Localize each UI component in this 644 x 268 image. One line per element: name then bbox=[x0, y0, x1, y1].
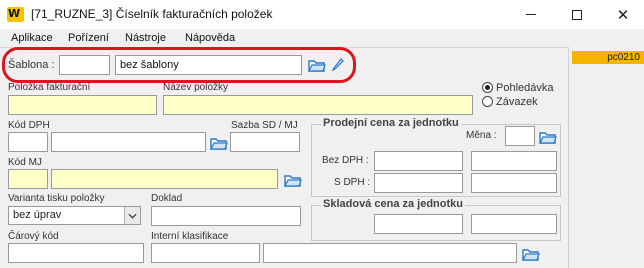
kod-mj-name-input[interactable] bbox=[51, 169, 278, 189]
sazba-label: Sazba SD / MJ bbox=[231, 120, 298, 131]
radio-zavazek-label: Závazek bbox=[496, 96, 538, 108]
nazev-label: Název položky bbox=[163, 82, 229, 93]
mena-input[interactable] bbox=[505, 126, 535, 146]
form-code-badge: pc0210 bbox=[572, 51, 644, 64]
nazev-input[interactable] bbox=[163, 95, 473, 115]
skladova-input[interactable] bbox=[374, 214, 463, 234]
bez-dph-input[interactable] bbox=[374, 151, 463, 171]
menu-nastroje[interactable]: Nástroje bbox=[125, 32, 166, 44]
chevron-down-icon bbox=[124, 207, 140, 224]
doklad-label: Doklad bbox=[151, 193, 183, 204]
bez-dph-label: Bez DPH : bbox=[322, 155, 369, 166]
app-logo: W bbox=[7, 7, 24, 22]
radio-zavazek[interactable] bbox=[482, 96, 493, 107]
kod-mj-folder-icon[interactable] bbox=[284, 173, 302, 187]
radio-pohledavka-label: Pohledávka bbox=[496, 82, 554, 94]
maximize-button[interactable] bbox=[554, 0, 600, 29]
interni-name-input[interactable] bbox=[263, 243, 517, 263]
menu-aplikace[interactable]: Aplikace bbox=[11, 32, 53, 44]
minimize-button[interactable] bbox=[508, 0, 554, 29]
close-icon: ✕ bbox=[616, 5, 630, 24]
window-title: [71_RUZNE_3] Číselník fakturačních polož… bbox=[31, 7, 273, 21]
sazba-input[interactable] bbox=[230, 132, 300, 152]
mena-folder-icon[interactable] bbox=[539, 130, 557, 144]
template-folder-icon[interactable] bbox=[308, 58, 326, 72]
carovy-input[interactable] bbox=[8, 243, 144, 263]
menu-bar: Aplikace Pořízení Nástroje Nápověda bbox=[0, 29, 644, 47]
prodejni-title: Prodejní cena za jednotku bbox=[321, 117, 461, 129]
varianta-label: Varianta tisku položky bbox=[8, 193, 105, 204]
side-panel bbox=[568, 47, 644, 268]
title-bar: W [71_RUZNE_3] Číselník fakturačních pol… bbox=[0, 0, 644, 29]
s-dph-input[interactable] bbox=[374, 173, 463, 193]
varianta-select[interactable]: bez úprav bbox=[8, 206, 141, 225]
kod-dph-code-input[interactable] bbox=[8, 132, 48, 152]
carovy-label: Čárový kód bbox=[8, 231, 59, 242]
interni-code-input[interactable] bbox=[151, 243, 260, 263]
s-dph-label: S DPH : bbox=[334, 177, 371, 188]
mena-label: Měna : bbox=[466, 130, 497, 141]
close-button[interactable]: ✕ bbox=[600, 0, 644, 29]
kod-dph-name-input[interactable] bbox=[51, 132, 206, 152]
interni-label: Interní klasifikace bbox=[151, 231, 229, 242]
kod-mj-label: Kód MJ bbox=[8, 157, 42, 168]
template-code-input[interactable] bbox=[59, 55, 110, 75]
polozka-input[interactable] bbox=[8, 95, 157, 115]
bez-dph-input-2[interactable] bbox=[471, 151, 557, 171]
menu-napoveda[interactable]: Nápověda bbox=[185, 32, 235, 44]
radio-pohledavka[interactable] bbox=[482, 82, 493, 93]
varianta-value: bez úprav bbox=[13, 209, 62, 221]
skladova-title: Skladová cena za jednotku bbox=[321, 198, 465, 210]
kod-mj-code-input[interactable] bbox=[8, 169, 48, 189]
template-label: Šablona : bbox=[8, 59, 55, 71]
template-name-input[interactable]: bez šablony bbox=[115, 55, 302, 75]
maximize-icon bbox=[572, 9, 582, 20]
interni-folder-icon[interactable] bbox=[522, 247, 540, 261]
doklad-input[interactable] bbox=[151, 206, 301, 226]
s-dph-input-2[interactable] bbox=[471, 173, 557, 193]
menu-porizeni[interactable]: Pořízení bbox=[68, 32, 109, 44]
kod-dph-folder-icon[interactable] bbox=[210, 136, 228, 150]
kod-dph-label: Kód DPH bbox=[8, 120, 50, 131]
polozka-label: Položka fakturační bbox=[8, 82, 91, 93]
minimize-icon bbox=[526, 14, 536, 15]
skladova-input-2[interactable] bbox=[471, 214, 557, 234]
edit-pencil-icon[interactable] bbox=[331, 57, 345, 71]
